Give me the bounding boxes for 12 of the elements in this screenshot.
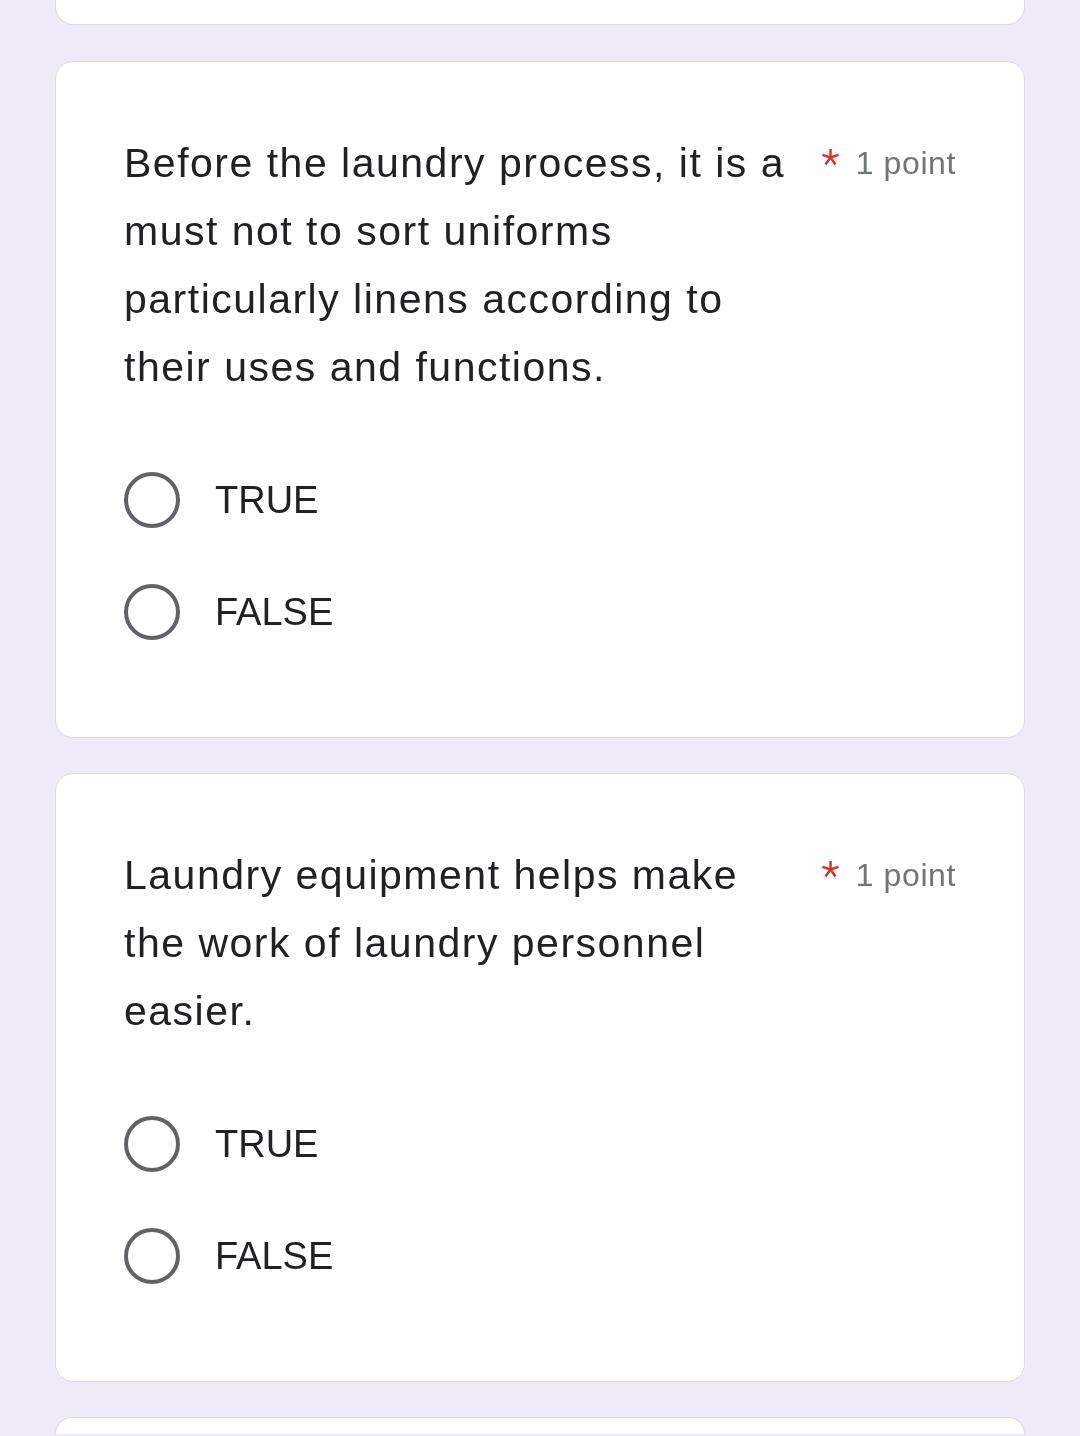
- radio-button[interactable]: [124, 1228, 180, 1284]
- option-label[interactable]: TRUE: [215, 1120, 319, 1168]
- option-label[interactable]: FALSE: [215, 588, 334, 636]
- points-label: 1 point: [855, 856, 956, 894]
- radio-button[interactable]: [124, 584, 180, 640]
- points-label: 1 point: [855, 144, 956, 182]
- option-label[interactable]: TRUE: [215, 476, 319, 524]
- option-label[interactable]: FALSE: [215, 1232, 334, 1280]
- radio-button[interactable]: [124, 472, 180, 528]
- question-text: Before the laundry process, it is a must not to sort uniforms particularly linens according to their uses and functions.: [124, 139, 786, 392]
- radio-button[interactable]: [124, 1116, 180, 1172]
- question-text: Laundry equipment helps make the work of laundry personnel easier.: [124, 851, 740, 1036]
